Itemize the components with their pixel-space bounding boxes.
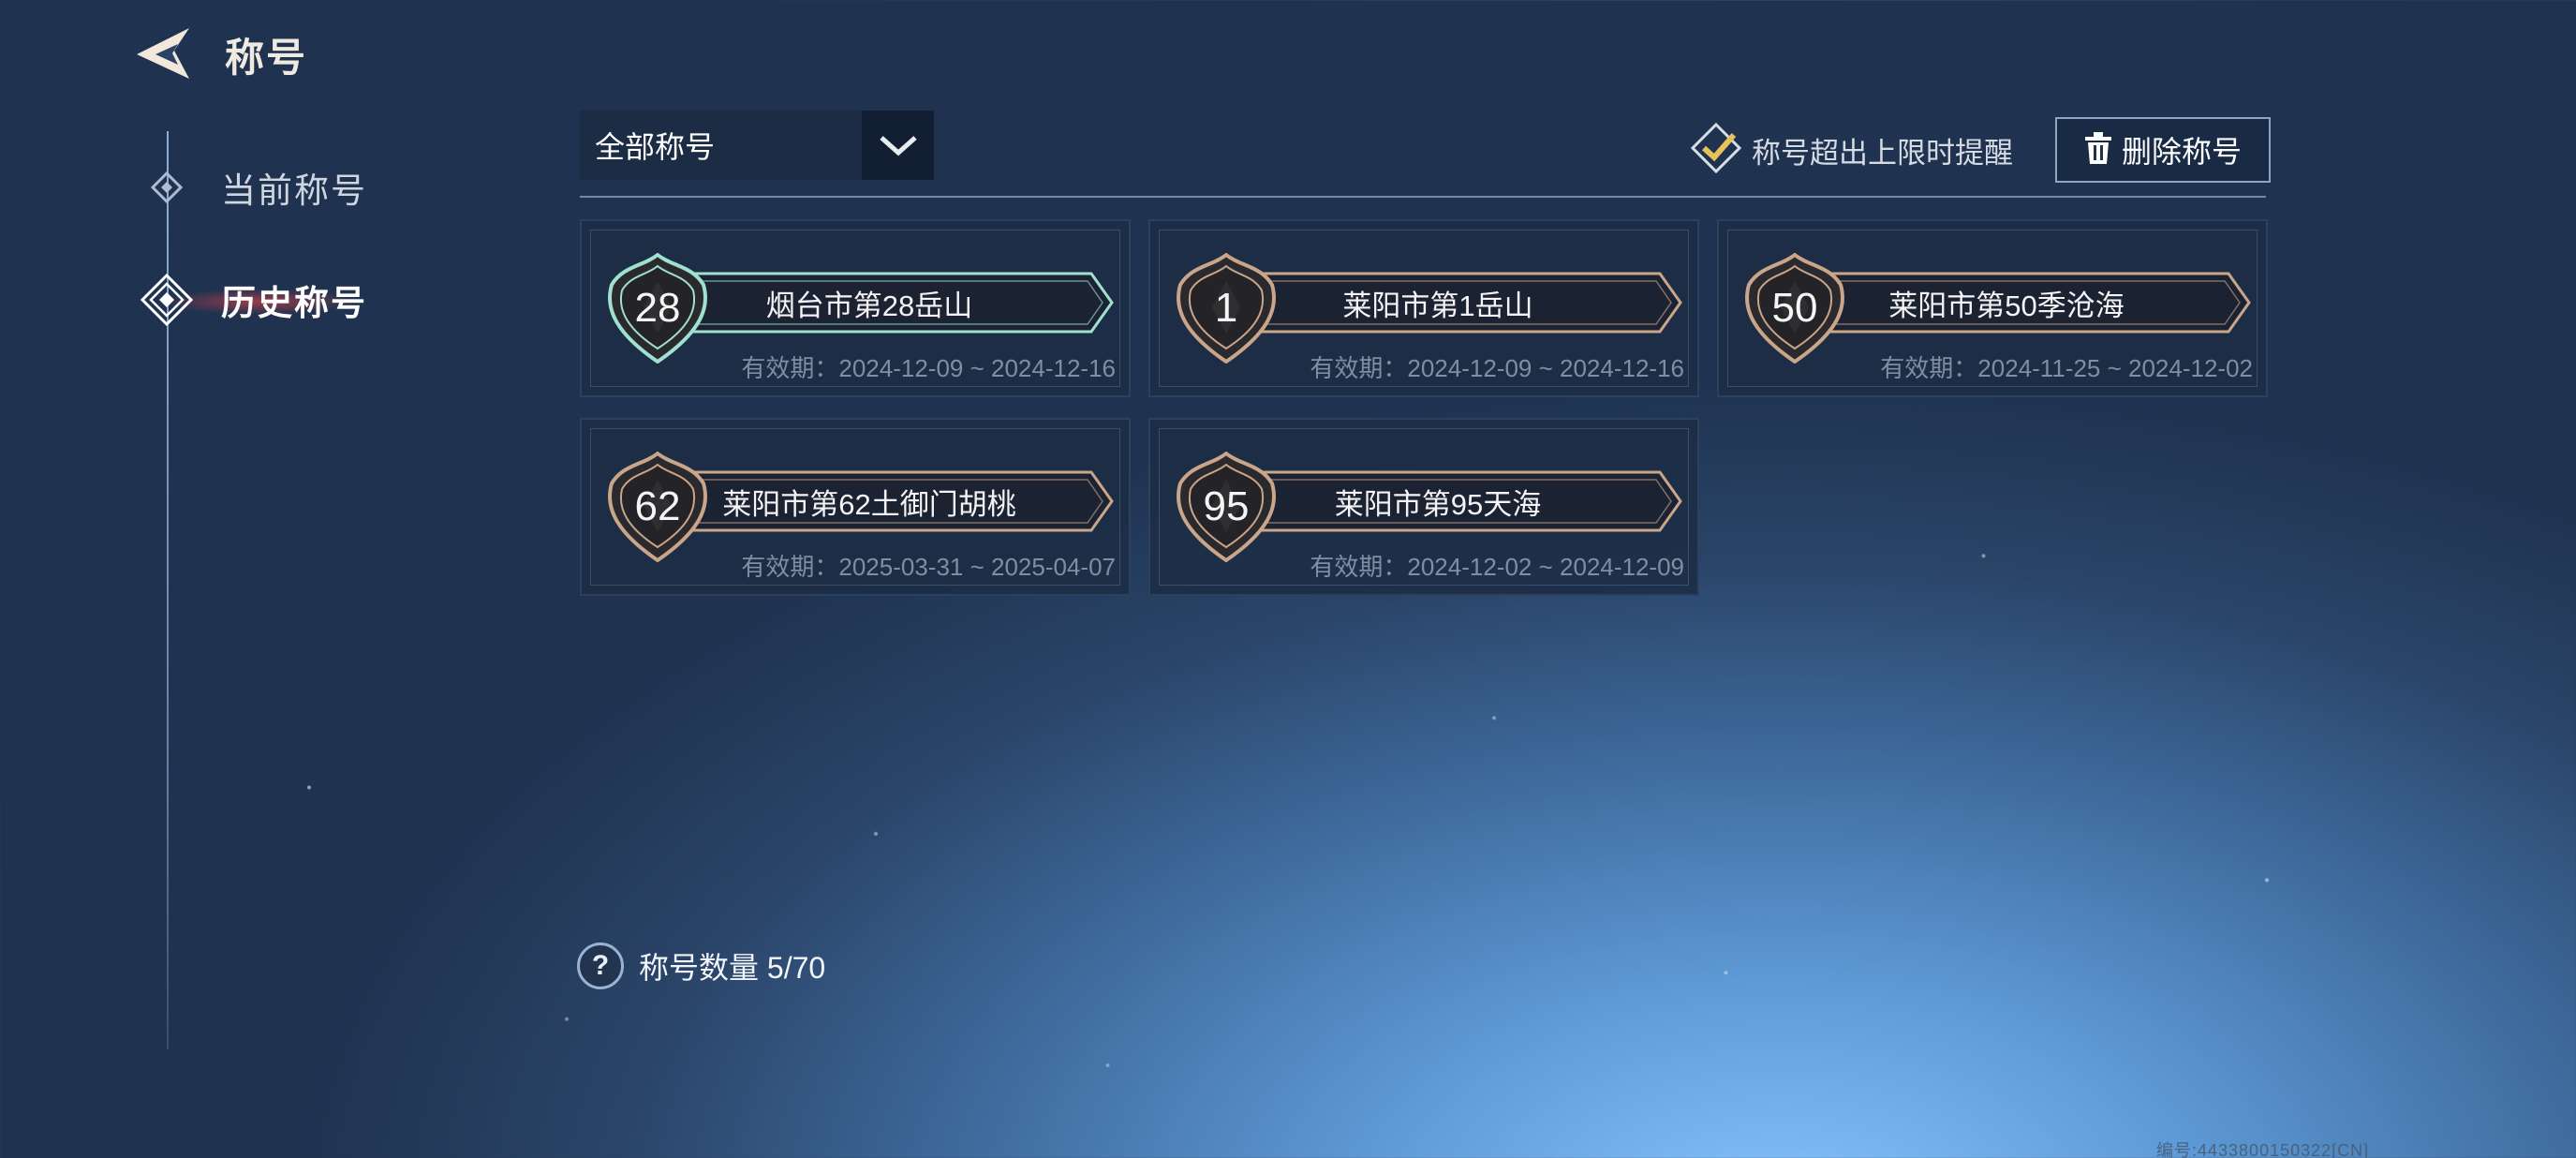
back-arrow-icon[interactable] (131, 22, 204, 84)
title-name: 莱阳市第62土御门胡桃 (722, 487, 1016, 521)
rank-number: 1 (1214, 285, 1238, 331)
delete-title-button[interactable]: 删除称号 (2055, 117, 2271, 183)
rank-number: 95 (1203, 483, 1250, 529)
title-card[interactable]: 烟台市第28岳山 28 有效期：2024-12-09 ~ 2024-12-16 (580, 219, 1131, 397)
user-id-text: 编号:4433800150322[CN] (2156, 1141, 2370, 1158)
trash-icon (2084, 131, 2112, 170)
toolbar-divider (580, 196, 2266, 198)
page-title: 称号 (225, 36, 308, 80)
diamond-icon (141, 161, 193, 214)
validity-period: 有效期：2025-03-31 ~ 2025-04-07 (741, 553, 1116, 581)
title-card[interactable]: 莱阳市第62土御门胡桃 62 有效期：2025-03-31 ~ 2025-04-… (580, 418, 1131, 596)
title-count: ? 称号数量 5/70 (577, 943, 825, 989)
diamond-icon (141, 274, 193, 326)
rank-number: 50 (1771, 285, 1818, 331)
checkbox-checked-icon[interactable] (1690, 122, 1742, 179)
title-name: 莱阳市第50季沧海 (1888, 289, 2124, 322)
sidebar-item-label: 历史称号 (221, 284, 367, 322)
filter-value: 全部称号 (580, 111, 862, 180)
rank-number: 62 (634, 483, 681, 529)
help-icon[interactable]: ? (577, 943, 624, 989)
sidebar-item-label: 当前称号 (221, 171, 367, 210)
title-card[interactable]: 莱阳市第95天海 95 有效期：2024-12-02 ~ 2024-12-09 (1148, 418, 1699, 596)
validity-period: 有效期：2024-12-09 ~ 2024-12-16 (741, 354, 1116, 382)
title-filter-dropdown[interactable]: 全部称号 (580, 111, 934, 180)
chevron-down-icon[interactable] (862, 111, 934, 180)
limit-reminder-toggle[interactable]: 称号超出上限时提醒 (1690, 122, 2013, 179)
title-name: 莱阳市第1岳山 (1342, 289, 1533, 322)
reminder-label: 称号超出上限时提醒 (1752, 137, 2013, 170)
validity-period: 有效期：2024-12-02 ~ 2024-12-09 (1310, 553, 1684, 581)
title-card[interactable]: 莱阳市第50季沧海 50 有效期：2024-11-25 ~ 2024-12-02 (1717, 219, 2268, 397)
title-card[interactable]: 莱阳市第1岳山 1 有效期：2024-12-09 ~ 2024-12-16 (1148, 219, 1699, 397)
sidebar-divider (167, 131, 169, 1049)
title-count-label: 称号数量 5/70 (639, 951, 826, 985)
validity-period: 有效期：2024-11-25 ~ 2024-12-02 (1880, 354, 2253, 382)
rank-number: 28 (634, 285, 681, 331)
title-name: 莱阳市第95天海 (1334, 487, 1542, 521)
sidebar-item-current-title[interactable]: 当前称号 (141, 161, 367, 214)
sidebar-item-history-title[interactable]: 历史称号 (141, 274, 367, 326)
validity-period: 有效期：2024-12-09 ~ 2024-12-16 (1310, 354, 1684, 382)
title-name: 烟台市第28岳山 (765, 289, 973, 322)
delete-button-label: 删除称号 (2121, 135, 2242, 169)
